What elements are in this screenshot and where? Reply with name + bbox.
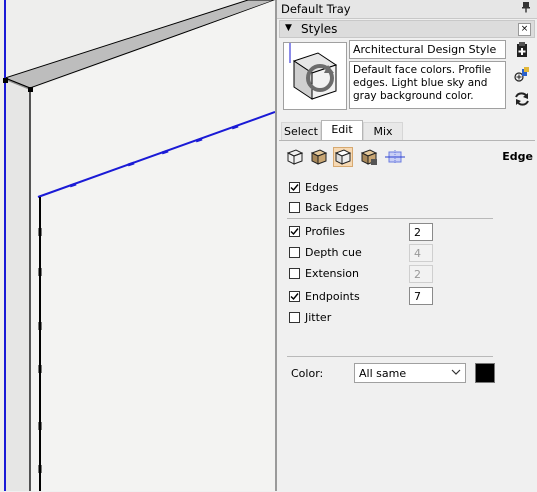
endpoints-checkbox[interactable] bbox=[289, 291, 300, 302]
face-settings-icon[interactable] bbox=[309, 147, 329, 167]
edge-settings-icon[interactable] bbox=[285, 147, 305, 167]
styles-panel-header[interactable]: ▼ Styles × bbox=[279, 20, 535, 38]
color-mode-value: All same bbox=[359, 367, 407, 380]
profiles-value-input[interactable]: 2 bbox=[409, 223, 433, 241]
edges-checkbox[interactable] bbox=[289, 182, 300, 193]
pin-icon[interactable] bbox=[521, 1, 531, 16]
style-name-field[interactable]: Architectural Design Style bbox=[349, 40, 506, 59]
extension-label: Extension bbox=[305, 267, 360, 280]
chevron-down-icon bbox=[451, 367, 461, 380]
style-description-field[interactable]: Default face colors. Profile edges. Ligh… bbox=[349, 61, 506, 109]
depth-cue-label: Depth cue bbox=[305, 246, 362, 259]
tab-edit[interactable]: Edit bbox=[321, 120, 363, 141]
divider bbox=[287, 356, 493, 357]
endpoints-value-input[interactable]: 7 bbox=[409, 287, 433, 305]
jitter-label: Jitter bbox=[305, 311, 332, 324]
style-tabs: Select Edit Mix bbox=[279, 120, 535, 141]
default-tray: Default Tray ▼ Styles × Architectural De… bbox=[277, 0, 537, 492]
styles-header-label: Styles bbox=[301, 22, 338, 36]
watermark-settings-icon[interactable] bbox=[359, 147, 379, 167]
model-viewport[interactable] bbox=[0, 0, 275, 491]
update-style-icon[interactable] bbox=[513, 66, 531, 84]
close-icon[interactable]: × bbox=[518, 23, 531, 36]
create-style-icon[interactable] bbox=[513, 41, 531, 59]
refresh-icon[interactable] bbox=[513, 90, 531, 108]
profiles-checkbox[interactable] bbox=[289, 226, 300, 237]
jitter-checkbox[interactable] bbox=[289, 312, 300, 323]
tab-select[interactable]: Select bbox=[281, 122, 321, 140]
tray-title: Default Tray bbox=[281, 2, 351, 16]
model-drawing bbox=[3, 0, 275, 491]
extension-checkbox[interactable] bbox=[289, 268, 300, 279]
endpoints-label: Endpoints bbox=[305, 290, 360, 303]
extension-value-input: 2 bbox=[409, 265, 433, 283]
style-thumbnail[interactable] bbox=[283, 42, 347, 110]
section-title: Edge bbox=[502, 150, 533, 163]
edit-panel: Edge Edges Back Edges Profiles 2 Depth c… bbox=[279, 140, 535, 492]
tab-mix[interactable]: Mix bbox=[363, 122, 403, 140]
back-edges-checkbox[interactable] bbox=[289, 202, 300, 213]
collapse-arrow-icon[interactable]: ▼ bbox=[285, 23, 292, 33]
edges-label: Edges bbox=[305, 181, 339, 194]
color-label: Color: bbox=[291, 367, 324, 380]
color-mode-select[interactable]: All same bbox=[354, 363, 466, 383]
background-settings-icon[interactable] bbox=[333, 147, 353, 167]
color-swatch[interactable] bbox=[475, 363, 495, 383]
depth-cue-checkbox[interactable] bbox=[289, 247, 300, 258]
tray-title-bar: Default Tray bbox=[277, 0, 537, 19]
profiles-label: Profiles bbox=[305, 225, 345, 238]
modeling-settings-icon[interactable] bbox=[385, 147, 405, 167]
depth-cue-value-input: 4 bbox=[409, 244, 433, 262]
back-edges-label: Back Edges bbox=[305, 201, 369, 214]
divider bbox=[287, 218, 493, 219]
